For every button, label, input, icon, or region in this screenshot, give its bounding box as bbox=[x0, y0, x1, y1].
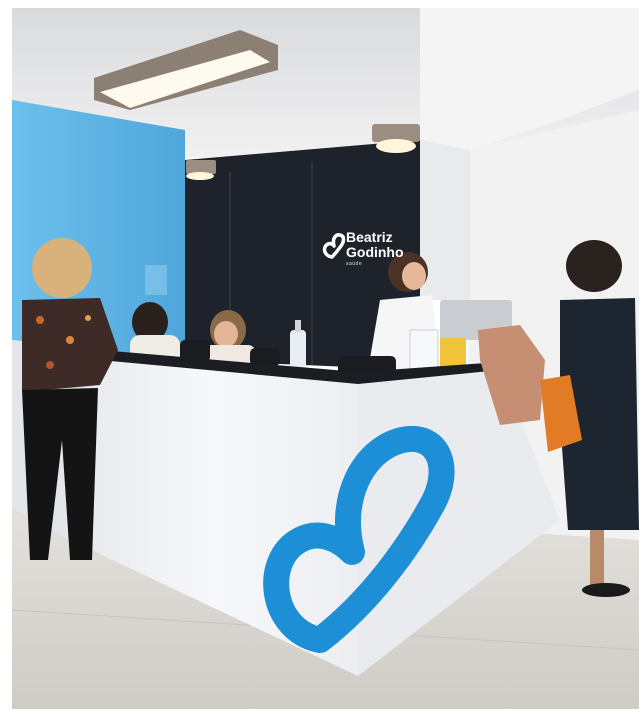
patient-right-hair bbox=[566, 240, 622, 292]
patient-right-shoe bbox=[582, 583, 630, 597]
spotlight-2-glow bbox=[186, 172, 214, 180]
patient-left-top bbox=[22, 298, 118, 392]
spotlight-1-glow bbox=[376, 139, 416, 153]
sanitizer-pump bbox=[295, 320, 301, 332]
patient-right-leg bbox=[590, 530, 604, 585]
reception-photo: Beatriz Godinho saúde bbox=[0, 0, 639, 709]
brand-name-line2: Godinho bbox=[346, 244, 404, 260]
scene-svg bbox=[11, 8, 639, 709]
staff-3-face bbox=[402, 262, 426, 290]
wall-brand-logo: Beatriz Godinho saúde bbox=[346, 230, 404, 268]
patient-left-hair bbox=[32, 238, 92, 298]
spotlight-2 bbox=[186, 160, 216, 174]
top-pattern-1 bbox=[36, 316, 44, 324]
top-pattern-2 bbox=[66, 336, 74, 344]
wall-sign bbox=[145, 265, 167, 295]
staff-2-face bbox=[214, 321, 238, 347]
top-pattern-3 bbox=[46, 361, 54, 369]
brand-subtitle: saúde bbox=[346, 261, 363, 267]
heart-logo-icon bbox=[320, 232, 346, 260]
brand-name-line1: Beatriz bbox=[346, 229, 393, 245]
top-pattern-4 bbox=[85, 315, 91, 321]
